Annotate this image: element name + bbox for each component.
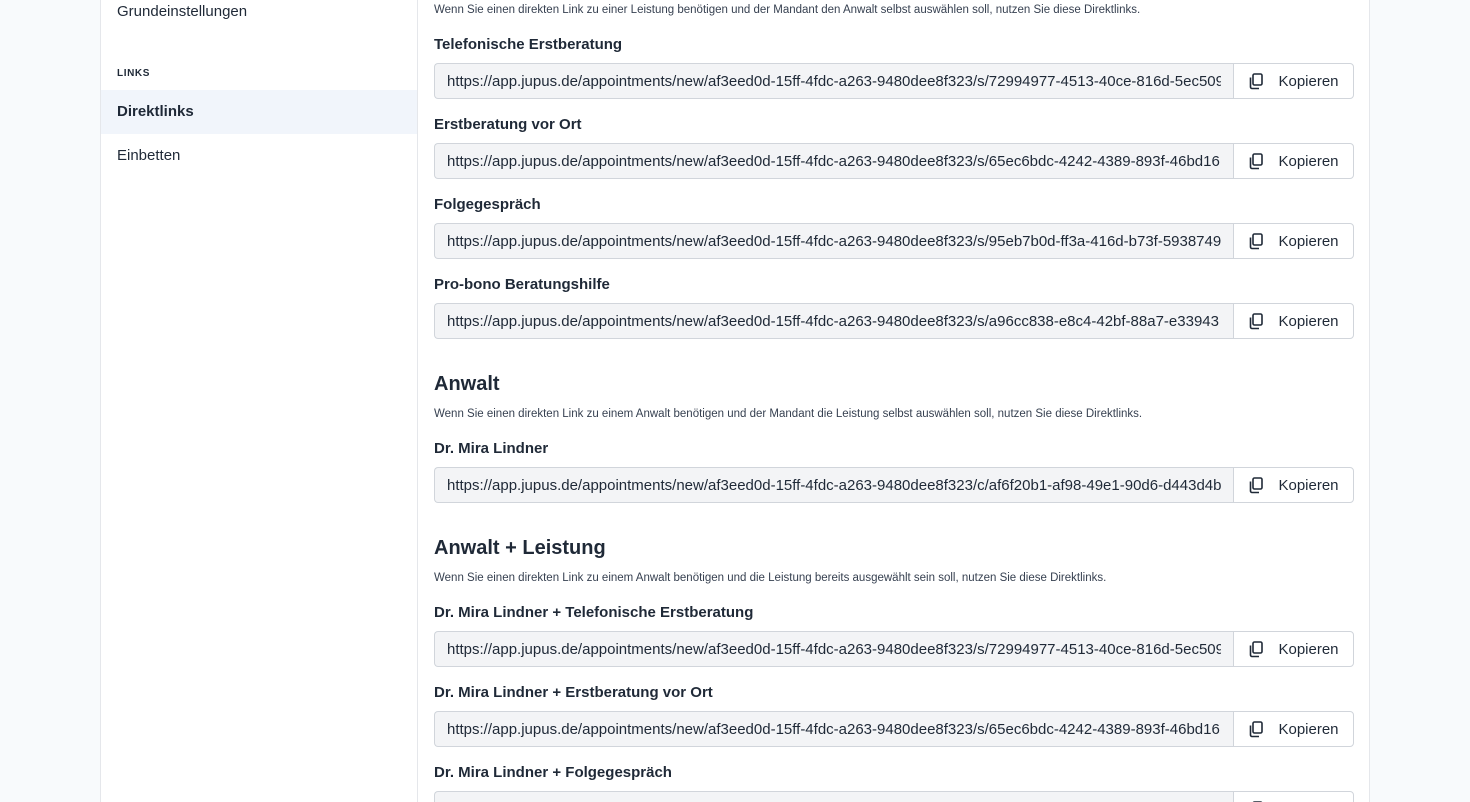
copy-icon: [1250, 312, 1264, 329]
link-label: Folgegespräch: [434, 196, 541, 213]
link-label: Dr. Mira Lindner + Erstberatung vor Ort: [434, 684, 713, 701]
copy-icon: [1250, 476, 1264, 493]
copy-button[interactable]: Kopieren: [1233, 711, 1354, 747]
copy-button-label: Kopieren: [1278, 232, 1339, 250]
link-row: Kopieren: [434, 631, 1354, 667]
link-url-field[interactable]: [434, 143, 1233, 179]
copy-icon: [1250, 720, 1264, 737]
copy-button-label: Kopieren: [1278, 72, 1339, 90]
link-label: Pro-bono Beratungshilfe: [434, 276, 610, 293]
anwalt-description: Wenn Sie einen direkten Link zu einem An…: [434, 408, 1143, 420]
copy-button-label: Kopieren: [1278, 312, 1339, 330]
link-label: Erstberatung vor Ort: [434, 116, 582, 133]
copy-icon: [1250, 152, 1264, 169]
leistung-description: Wenn Sie einen direkten Link zu einer Le…: [434, 4, 1141, 16]
link-url-field[interactable]: [434, 223, 1233, 259]
link-row: Kopieren: [434, 223, 1354, 259]
sidebar-item-direktlinks[interactable]: Direktlinks: [101, 90, 417, 134]
link-row: Kopieren: [434, 63, 1354, 99]
link-row: Kopieren: [434, 303, 1354, 339]
link-row: Kopieren: [434, 791, 1354, 802]
link-label: Telefonische Erstberatung: [434, 36, 623, 53]
link-row: Kopieren: [434, 143, 1354, 179]
copy-button-label: Kopieren: [1278, 640, 1339, 658]
link-url-field[interactable]: [434, 631, 1233, 667]
link-label: Dr. Mira Lindner + Folgegespräch: [434, 764, 672, 781]
settings-panel: Grundeinstellungen LINKS Direktlinks Ein…: [100, 0, 1370, 802]
settings-sidebar: Grundeinstellungen LINKS Direktlinks Ein…: [101, 0, 418, 802]
copy-icon: [1250, 640, 1264, 657]
section-title-anwalt-leistung: Anwalt + Leistung: [434, 537, 606, 559]
copy-button[interactable]: Kopieren: [1233, 467, 1354, 503]
link-row: Kopieren: [434, 711, 1354, 747]
link-url-field[interactable]: [434, 303, 1233, 339]
link-row: Kopieren: [434, 467, 1354, 503]
copy-button[interactable]: Kopieren: [1233, 631, 1354, 667]
link-url-field[interactable]: [434, 711, 1233, 747]
direktlinks-content: Wenn Sie einen direkten Link zu einer Le…: [418, 0, 1369, 802]
link-url-field[interactable]: [434, 467, 1233, 503]
link-label: Dr. Mira Lindner: [434, 440, 549, 457]
copy-button[interactable]: Kopieren: [1233, 791, 1354, 802]
sidebar-section-links-label: LINKS: [117, 68, 150, 79]
copy-button-label: Kopieren: [1278, 720, 1339, 738]
copy-icon: [1250, 232, 1264, 249]
link-url-field[interactable]: [434, 63, 1233, 99]
section-title-anwalt: Anwalt: [434, 373, 500, 395]
copy-button[interactable]: Kopieren: [1233, 223, 1354, 259]
sidebar-item-einbetten[interactable]: Einbetten: [101, 134, 417, 178]
copy-icon: [1250, 72, 1264, 89]
copy-button[interactable]: Kopieren: [1233, 63, 1354, 99]
copy-button[interactable]: Kopieren: [1233, 143, 1354, 179]
sidebar-item-grundeinstellungen[interactable]: Grundeinstellungen: [101, 0, 417, 34]
link-label: Dr. Mira Lindner + Telefonische Erstbera…: [434, 604, 754, 621]
link-url-field[interactable]: [434, 791, 1233, 802]
anwalt-leistung-description: Wenn Sie einen direkten Link zu einem An…: [434, 572, 1107, 584]
copy-button[interactable]: Kopieren: [1233, 303, 1354, 339]
copy-button-label: Kopieren: [1278, 152, 1339, 170]
copy-button-label: Kopieren: [1278, 476, 1339, 494]
